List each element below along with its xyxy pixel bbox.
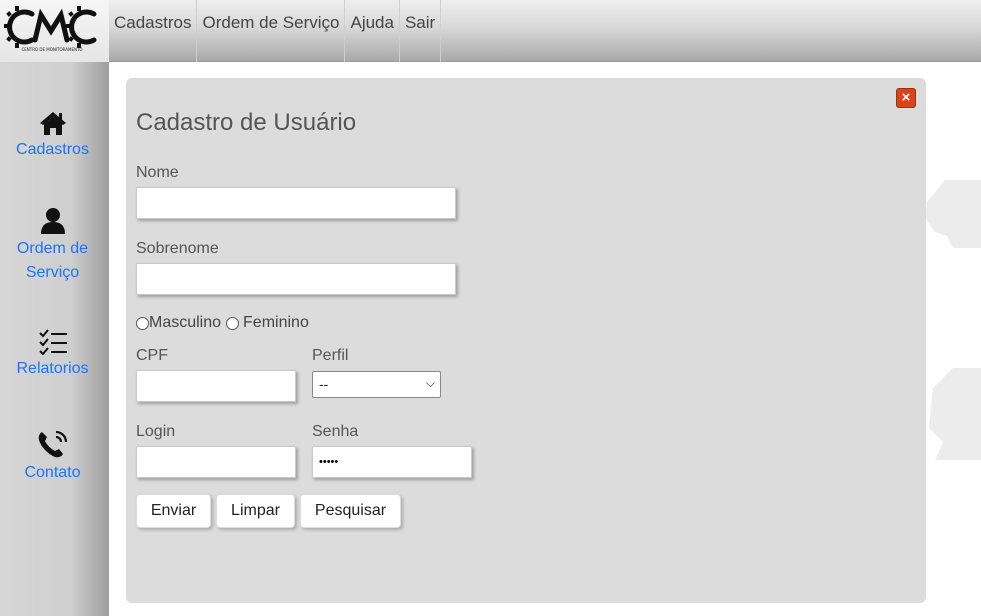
perfil-selected-value: --	[319, 376, 329, 392]
nome-label: Nome	[136, 164, 179, 181]
nav-item-ajuda[interactable]: Ajuda	[345, 0, 400, 62]
sidebar: Cadastros Ordem de Serviço Relatorios Co…	[0, 62, 109, 616]
perfil-label: Perfil	[312, 347, 349, 364]
radio-masculino[interactable]	[136, 316, 149, 330]
sidebar-item-relatorios[interactable]: Relatorios	[0, 329, 105, 381]
cpf-label: CPF	[136, 347, 168, 364]
perfil-select[interactable]: -- ⌵	[312, 371, 441, 398]
page-title: Cadastro de Usuário	[136, 109, 357, 136]
top-bar: CENTRO DE MONITORAMENTO Cadastros Ordem …	[0, 0, 981, 62]
nav-item-sair[interactable]: Sair	[400, 0, 442, 62]
login-input[interactable]	[136, 446, 296, 478]
enviar-button[interactable]: Enviar	[136, 494, 211, 528]
checklist-icon	[38, 329, 67, 355]
radio-label-feminino: Feminino	[243, 314, 309, 331]
sobrenome-label: Sobrenome	[136, 240, 219, 257]
cpf-input[interactable]	[136, 370, 296, 402]
nome-input[interactable]	[136, 187, 456, 219]
radio-label-masculino: Masculino	[149, 314, 222, 331]
sidebar-label-ordem-line1: Ordem de	[16, 240, 89, 257]
close-icon[interactable]: ×	[896, 88, 916, 108]
nav-item-ordem-de-servico[interactable]: Ordem de Serviço	[197, 0, 346, 62]
home-icon	[39, 112, 66, 135]
senha-label: Senha	[312, 423, 359, 440]
senha-input[interactable]: •••••	[312, 446, 472, 478]
radio-feminino[interactable]	[226, 316, 240, 330]
limpar-button[interactable]: Limpar	[216, 494, 295, 528]
sidebar-label-relatorios: Relatorios	[16, 360, 89, 377]
svg-text:CENTRO DE MONITORAMENTO: CENTRO DE MONITORAMENTO	[21, 47, 82, 52]
user-icon	[40, 208, 65, 234]
sidebar-label-ordem-line2: Serviço	[25, 264, 80, 281]
top-nav: Cadastros Ordem de Serviço Ajuda Sair	[109, 0, 442, 62]
phone-icon	[38, 430, 67, 458]
chevron-down-icon: ⌵	[425, 376, 435, 390]
sidebar-item-cadastros[interactable]: Cadastros	[0, 110, 105, 162]
sidebar-item-contato[interactable]: Contato	[0, 429, 105, 485]
sidebar-label-cadastros: Cadastros	[16, 141, 89, 158]
logo[interactable]: CENTRO DE MONITORAMENTO	[0, 0, 109, 62]
gender-radio-group: Masculino Feminino	[136, 314, 309, 332]
cmc-logo-icon: CENTRO DE MONITORAMENTO	[4, 6, 97, 52]
sidebar-label-contato: Contato	[24, 464, 81, 481]
nav-item-cadastros[interactable]: Cadastros	[109, 0, 198, 62]
login-label: Login	[136, 423, 176, 440]
pesquisar-button[interactable]: Pesquisar	[300, 494, 401, 528]
sidebar-item-ordem-de-servico[interactable]: Ordem de Serviço	[0, 207, 105, 285]
user-registration-panel: × Cadastro de Usuário Nome Sobrenome Mas…	[126, 78, 926, 603]
sobrenome-input[interactable]	[136, 263, 456, 295]
